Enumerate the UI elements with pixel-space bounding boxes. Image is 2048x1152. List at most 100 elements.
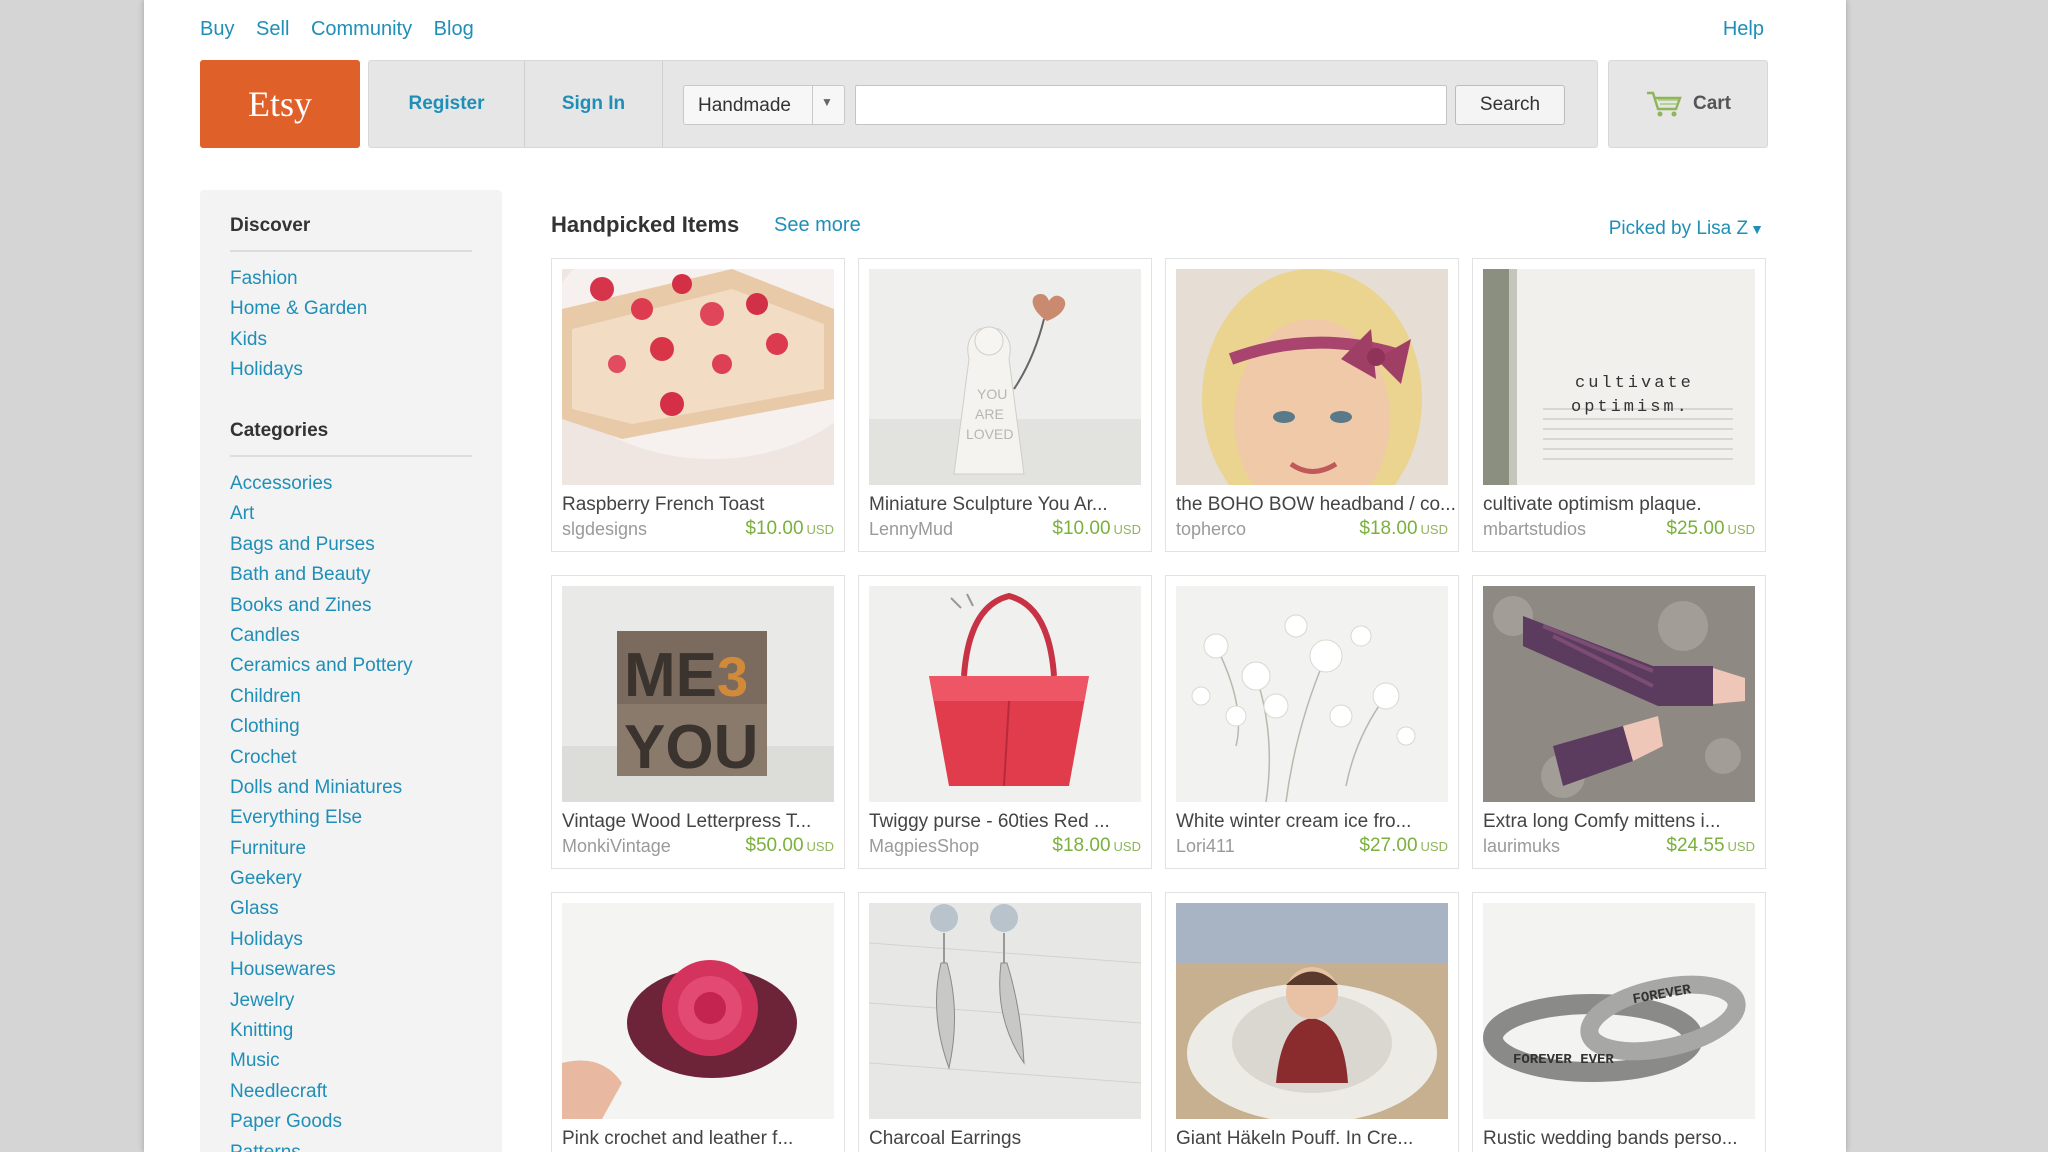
item-title[interactable]: Raspberry French Toast [562,494,844,516]
category-item[interactable]: Crochet [230,747,413,777]
item-card[interactable]: FOREVER FOREVER EVER Rustic wedding band… [1472,892,1766,1152]
search-input[interactable] [855,85,1447,125]
letterpress-text: YOU [624,713,758,782]
item-image[interactable] [869,586,1141,802]
item-shop[interactable]: Lori411 [1176,836,1235,857]
category-item[interactable]: Furniture [230,838,413,868]
nav-blog-link[interactable]: Blog [434,18,474,40]
item-shop[interactable]: topherco [1176,519,1246,540]
item-price-value: $50.00 [745,835,804,856]
register-button[interactable]: Register [369,61,525,147]
item-image[interactable] [1176,586,1448,802]
item-card[interactable]: Giant Häkeln Pouff. In Cre... [1165,892,1459,1152]
sidebar-item-kids[interactable]: Kids [230,329,367,359]
item-card[interactable]: Extra long Comfy mittens i... laurimuks … [1472,575,1766,869]
item-image[interactable]: ME YOU 3 [562,586,834,802]
category-item[interactable]: Jewelry [230,990,413,1020]
item-shop[interactable]: MonkiVintage [562,836,671,857]
section-title: Handpicked Items [551,212,740,237]
item-price: $18.00 USD [1052,835,1141,857]
item-card[interactable]: Pink crochet and leather f... [551,892,845,1152]
item-card[interactable]: Raspberry French Toast slgdesigns $10.00… [551,258,845,552]
item-shop[interactable]: mbartstudios [1483,519,1586,540]
item-price-value: $24.55 [1666,835,1725,856]
page: Buy Sell Community Blog Help Etsy Regist… [144,0,1846,1152]
category-item[interactable]: Patterns [230,1142,413,1152]
item-card[interactable]: ME YOU 3 Vintage Wood Letterpress T... M… [551,575,845,869]
item-title[interactable]: Pink crochet and leather f... [562,1128,844,1150]
item-title[interactable]: Miniature Sculpture You Ar... [869,494,1151,516]
nav-sell-link[interactable]: Sell [256,18,289,40]
item-currency: USD [1727,522,1755,537]
item-title[interactable]: Extra long Comfy mittens i... [1483,811,1765,833]
category-item[interactable]: Children [230,686,413,716]
item-title[interactable]: Vintage Wood Letterpress T... [562,811,844,833]
category-item[interactable]: Accessories [230,473,413,503]
item-image[interactable] [562,903,834,1119]
sign-in-button[interactable]: Sign In [525,61,663,147]
search-button[interactable]: Search [1455,85,1565,125]
help-link[interactable]: Help [1723,18,1764,41]
item-image[interactable] [1176,269,1448,485]
category-item[interactable]: Music [230,1050,413,1080]
letterpress-text: ME [624,641,717,710]
item-title[interactable]: Giant Häkeln Pouff. In Cre... [1176,1128,1458,1150]
category-item[interactable]: Geekery [230,868,413,898]
select-divider [812,86,813,124]
category-item[interactable]: Housewares [230,959,413,989]
item-title[interactable]: White winter cream ice fro... [1176,811,1458,833]
category-select[interactable]: Handmade ▼ [683,85,845,125]
category-item[interactable]: Needlecraft [230,1081,413,1111]
item-title[interactable]: Charcoal Earrings [869,1128,1151,1150]
nav-buy-link[interactable]: Buy [200,18,234,40]
category-item[interactable]: Holidays [230,929,413,959]
cart-button[interactable]: Cart [1608,60,1768,148]
item-currency: USD [1420,839,1448,854]
ring-text: FOREVER EVER [1513,1052,1614,1068]
item-card[interactable]: White winter cream ice fro... Lori411 $2… [1165,575,1459,869]
item-shop[interactable]: MagpiesShop [869,836,979,857]
category-item[interactable]: Candles [230,625,413,655]
sidebar-item-holidays[interactable]: Holidays [230,359,367,389]
category-item[interactable]: Ceramics and Pottery [230,655,413,685]
item-image[interactable] [562,269,834,485]
category-item[interactable]: Dolls and Miniatures [230,777,413,807]
item-title[interactable]: cultivate optimism plaque. [1483,494,1765,516]
category-item[interactable]: Bath and Beauty [230,564,413,594]
picked-by-link[interactable]: Picked by Lisa Z ▼ [1609,218,1764,240]
nav-community-link[interactable]: Community [311,18,412,40]
item-title[interactable]: the BOHO BOW headband / co... [1176,494,1458,516]
item-image[interactable] [1483,586,1755,802]
category-item[interactable]: Knitting [230,1020,413,1050]
item-image[interactable]: FOREVER FOREVER EVER [1483,903,1755,1119]
item-title[interactable]: Rustic wedding bands perso... [1483,1128,1765,1150]
item-price-value: $18.00 [1052,835,1111,856]
category-item[interactable]: Clothing [230,716,413,746]
item-shop[interactable]: LennyMud [869,519,953,540]
item-card[interactable]: YOU ARE LOVED Miniature Sculpture You Ar… [858,258,1152,552]
sidebar-item-home-garden[interactable]: Home & Garden [230,298,367,328]
chevron-down-icon[interactable]: ▼ [821,95,833,109]
category-item[interactable]: Paper Goods [230,1111,413,1141]
sidebar-item-fashion[interactable]: Fashion [230,268,367,298]
discover-heading: Discover [230,215,311,236]
category-item[interactable]: Books and Zines [230,595,413,625]
item-image[interactable]: YOU ARE LOVED [869,269,1141,485]
see-more-link[interactable]: See more [774,214,861,237]
category-item[interactable]: Art [230,503,413,533]
category-item[interactable]: Everything Else [230,807,413,837]
item-card[interactable]: cultivate optimism. cultivate optimism p… [1472,258,1766,552]
item-shop[interactable]: slgdesigns [562,519,647,540]
item-title[interactable]: Twiggy purse - 60ties Red ... [869,811,1151,833]
item-image[interactable]: cultivate optimism. [1483,269,1755,485]
item-shop[interactable]: laurimuks [1483,836,1560,857]
etsy-logo[interactable]: Etsy [200,60,360,148]
item-price: $50.00 USD [745,835,834,857]
item-card[interactable]: the BOHO BOW headband / co... topherco $… [1165,258,1459,552]
item-card[interactable]: Twiggy purse - 60ties Red ... MagpiesSho… [858,575,1152,869]
item-image[interactable] [869,903,1141,1119]
category-item[interactable]: Glass [230,898,413,928]
item-card[interactable]: Charcoal Earrings [858,892,1152,1152]
category-item[interactable]: Bags and Purses [230,534,413,564]
item-image[interactable] [1176,903,1448,1119]
